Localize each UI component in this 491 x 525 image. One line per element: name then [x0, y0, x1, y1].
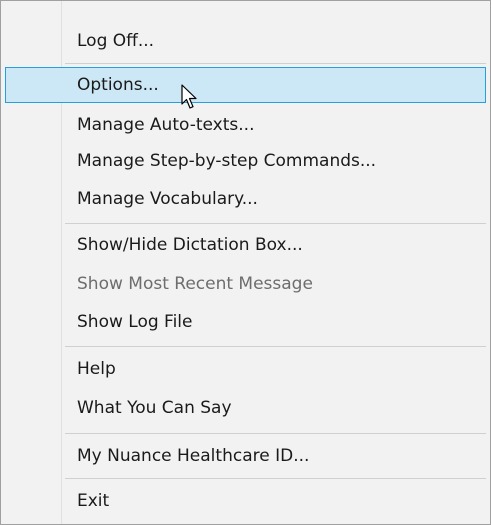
- menu-separator: [65, 478, 486, 479]
- context-menu: Log Off... Options... Manage Auto-texts.…: [0, 0, 491, 525]
- menu-item-manage-auto-texts[interactable]: Manage Auto-texts...: [5, 107, 486, 143]
- menu-item-label: Manage Step-by-step Commands...: [77, 151, 377, 171]
- menu-item-label: Show Log File: [77, 312, 193, 332]
- menu-item-show-log-file[interactable]: Show Log File: [5, 304, 486, 340]
- menu-item-label: My Nuance Healthcare ID...: [77, 446, 310, 466]
- menu-item-show-most-recent-message: Show Most Recent Message: [5, 266, 486, 302]
- menu-separator: [65, 346, 486, 347]
- menu-item-exit[interactable]: Exit: [5, 483, 486, 519]
- menu-item-label: Help: [77, 359, 116, 379]
- menu-separator: [65, 223, 486, 224]
- menu-item-log-off[interactable]: Log Off...: [5, 23, 486, 59]
- menu-item-help[interactable]: Help: [5, 351, 486, 387]
- menu-item-options[interactable]: Options...: [5, 67, 486, 103]
- menu-item-label: Manage Vocabulary...: [77, 189, 258, 209]
- menu-item-manage-vocabulary[interactable]: Manage Vocabulary...: [5, 181, 486, 217]
- menu-separator: [65, 63, 486, 64]
- menu-item-label: Manage Auto-texts...: [77, 115, 255, 135]
- menu-item-label: Show Most Recent Message: [77, 274, 313, 294]
- menu-item-my-nuance-healthcare-id[interactable]: My Nuance Healthcare ID...: [5, 438, 486, 474]
- menu-item-manage-step-by-step-commands[interactable]: Manage Step-by-step Commands...: [5, 143, 486, 179]
- mouse-pointer-arrow-icon: [181, 84, 197, 109]
- menu-item-label: Options...: [77, 75, 159, 95]
- menu-item-label: Exit: [77, 491, 110, 511]
- menu-item-what-you-can-say[interactable]: What You Can Say: [5, 390, 486, 426]
- menu-item-label: Show/Hide Dictation Box...: [77, 235, 303, 255]
- menu-separator: [65, 433, 486, 434]
- menu-item-label: What You Can Say: [77, 398, 232, 418]
- menu-item-show-hide-dictation-box[interactable]: Show/Hide Dictation Box...: [5, 227, 486, 263]
- menu-item-label: Log Off...: [77, 31, 155, 51]
